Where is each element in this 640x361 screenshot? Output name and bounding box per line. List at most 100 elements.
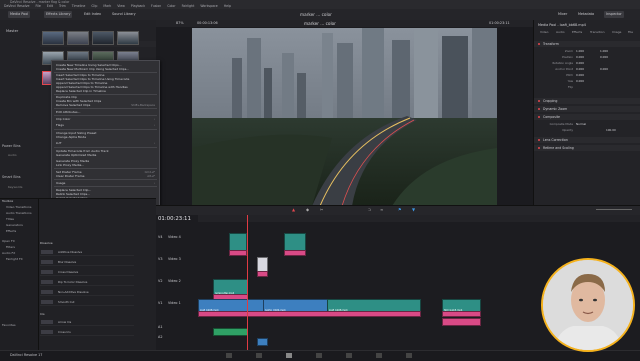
- section-transform[interactable]: Transform: [534, 41, 640, 47]
- clip-thumbnail[interactable]: [117, 31, 139, 45]
- timeline-clip-title[interactable]: [442, 311, 481, 317]
- tab-effects[interactable]: Effects: [572, 30, 582, 34]
- favorites-header[interactable]: Favorites: [2, 323, 16, 327]
- fx-cross-dissolve[interactable]: Cross Dissolve: [40, 269, 134, 276]
- clip-thumbnail[interactable]: [92, 31, 114, 45]
- menu-lut[interactable]: LUT: [56, 141, 62, 145]
- viewer-panel: 87% 00:00:13:06 marker ... color 01:00:2…: [156, 20, 533, 218]
- page-color-icon[interactable]: [346, 353, 352, 358]
- menu-optimized-media[interactable]: Generate Optimized Media: [56, 153, 96, 157]
- param-flip[interactable]: Flip: [534, 85, 640, 90]
- nav-audio-transitions[interactable]: Audio Transitions: [6, 211, 32, 215]
- fx-blur-dissolve[interactable]: Blur Dissolve: [40, 259, 134, 266]
- link-icon[interactable]: ∞: [380, 207, 383, 212]
- nav-video-transitions[interactable]: Video Transitions: [6, 205, 31, 209]
- menu-clear-poster-frame[interactable]: Clear Poster Frame: [56, 174, 84, 178]
- track-label-v3: V3: [158, 257, 163, 261]
- metadata-button[interactable]: Metadata: [576, 11, 596, 18]
- page-deliver-icon[interactable]: [406, 353, 412, 358]
- tab-transition[interactable]: Transition: [590, 30, 605, 34]
- menu-link-proxy[interactable]: Link Proxy Media...: [56, 163, 84, 167]
- nav-effects[interactable]: Effects: [6, 229, 16, 233]
- menu-edit-attributes[interactable]: Edit Attributes...: [56, 110, 80, 114]
- fx-arrow-iris[interactable]: Arrow Iris: [40, 319, 134, 326]
- section-lens-correction[interactable]: Lens Correction: [534, 137, 640, 143]
- section-dynamic-zoom[interactable]: Dynamic Zoom: [534, 106, 640, 112]
- timeline-clip-title[interactable]: [198, 311, 421, 317]
- nav-filters[interactable]: Filters: [6, 245, 15, 249]
- mixer-button[interactable]: Mixer: [556, 11, 569, 18]
- playhead[interactable]: [247, 215, 248, 350]
- nav-generators[interactable]: Generators: [6, 223, 23, 227]
- timeline-ruler[interactable]: [198, 215, 640, 222]
- blade-tool-icon[interactable]: ✂: [320, 207, 323, 212]
- trim-tool-icon[interactable]: ◆: [306, 207, 309, 212]
- media-pool-button[interactable]: Media Pool: [8, 11, 31, 18]
- page-media-icon[interactable]: [226, 353, 232, 358]
- param-rotation[interactable]: Rotation Angle 0.000: [534, 61, 640, 66]
- page-fusion-icon[interactable]: [316, 353, 322, 358]
- nav-audio-fx[interactable]: Audio FX: [2, 251, 15, 255]
- track-label-v4: V4: [158, 235, 163, 239]
- marker-icon[interactable]: ▼: [412, 207, 415, 212]
- effects-library-button[interactable]: Effects Library: [44, 11, 73, 18]
- menu-flags[interactable]: Flags: [56, 123, 64, 127]
- page-fairlight-icon[interactable]: [376, 353, 382, 358]
- nav-fairlight-fx[interactable]: Fairlight FX: [6, 257, 23, 261]
- param-anchor[interactable]: Anchor Point 0.000 0.000: [534, 67, 640, 72]
- tab-video[interactable]: Video: [540, 30, 548, 34]
- param-yaw[interactable]: Yaw 0.000: [534, 79, 640, 84]
- menu-create-multicam[interactable]: Create New Multicam Clip Using Selected …: [56, 67, 129, 71]
- section-composite[interactable]: Composite: [534, 114, 640, 120]
- fx-dip-to-color[interactable]: Dip To Color Dissolve: [40, 279, 134, 286]
- power-bin-item[interactable]: Audio: [8, 153, 17, 157]
- menu-alpha-mode[interactable]: Change Alpha Mode: [56, 135, 86, 139]
- fx-smooth-cut[interactable]: Smooth Cut: [40, 299, 134, 306]
- snapping-icon[interactable]: ⊃: [368, 207, 371, 212]
- section-cropping[interactable]: Cropping: [534, 98, 640, 104]
- param-opacity[interactable]: Opacity 100.00: [534, 128, 640, 133]
- menu-clip-color[interactable]: Clip Color: [56, 117, 70, 121]
- fx-additive-dissolve[interactable]: Additive Dissolve: [40, 249, 134, 256]
- menu-usage[interactable]: Usage: [56, 181, 65, 185]
- submenu-arrow-icon: ›: [153, 181, 155, 185]
- timeline-clip-title[interactable]: [229, 250, 247, 256]
- clip-thumbnail[interactable]: [67, 31, 89, 45]
- selection-tool-icon[interactable]: ▲: [292, 207, 295, 212]
- timeline-clip-title[interactable]: [442, 318, 481, 326]
- tab-image[interactable]: Image: [612, 30, 621, 34]
- param-composite-mode[interactable]: Composite Mode Normal: [534, 122, 640, 127]
- track-name-v3: Video 3: [168, 257, 181, 261]
- tab-audio[interactable]: Audio: [556, 30, 565, 34]
- edit-index-button[interactable]: Edit Index: [82, 11, 103, 18]
- fx-non-additive-dissolve[interactable]: Non-Additive Dissolve: [40, 289, 134, 296]
- nav-open-fx[interactable]: Open FX: [2, 239, 15, 243]
- toolbox-header[interactable]: Toolbox: [2, 199, 13, 203]
- master-bin[interactable]: Master: [6, 29, 18, 33]
- video-frame[interactable]: [192, 28, 497, 206]
- fx-cross-iris[interactable]: Cross Iris: [40, 329, 134, 336]
- zoom-slider[interactable]: [596, 209, 632, 210]
- flag-icon[interactable]: ⚑: [398, 207, 402, 212]
- audio-clip[interactable]: [213, 328, 248, 336]
- page-edit-icon[interactable]: [286, 353, 292, 358]
- param-zoom[interactable]: Zoom 1.000 1.000: [534, 49, 640, 54]
- timeline-clip-title[interactable]: [284, 250, 306, 256]
- clip-thumbnail[interactable]: [42, 31, 64, 45]
- audio-clip[interactable]: [257, 338, 268, 346]
- menu-remove-clips[interactable]: Remove Selected Clips: [56, 103, 90, 107]
- tab-file[interactable]: File: [628, 30, 633, 34]
- param-pitch[interactable]: Pitch 0.000: [534, 73, 640, 78]
- section-retime[interactable]: Retime and Scaling: [534, 145, 640, 151]
- param-position[interactable]: Position 0.000 0.000: [534, 55, 640, 60]
- timeline-clip-title[interactable]: [257, 271, 268, 277]
- nav-titles[interactable]: Titles: [6, 217, 14, 221]
- menu-replace-clip[interactable]: Replace Selected Clip in Timeline: [56, 89, 106, 93]
- inspector-button[interactable]: Inspector: [604, 11, 624, 18]
- page-cut-icon[interactable]: [256, 353, 262, 358]
- smart-bin-item[interactable]: Keywords: [8, 185, 22, 189]
- shortcut-label: Alt+F: [147, 174, 155, 178]
- track-label-v2: V2: [158, 279, 163, 283]
- zoom-level[interactable]: 87%: [176, 21, 184, 25]
- sound-library-button[interactable]: Sound Library: [110, 11, 138, 18]
